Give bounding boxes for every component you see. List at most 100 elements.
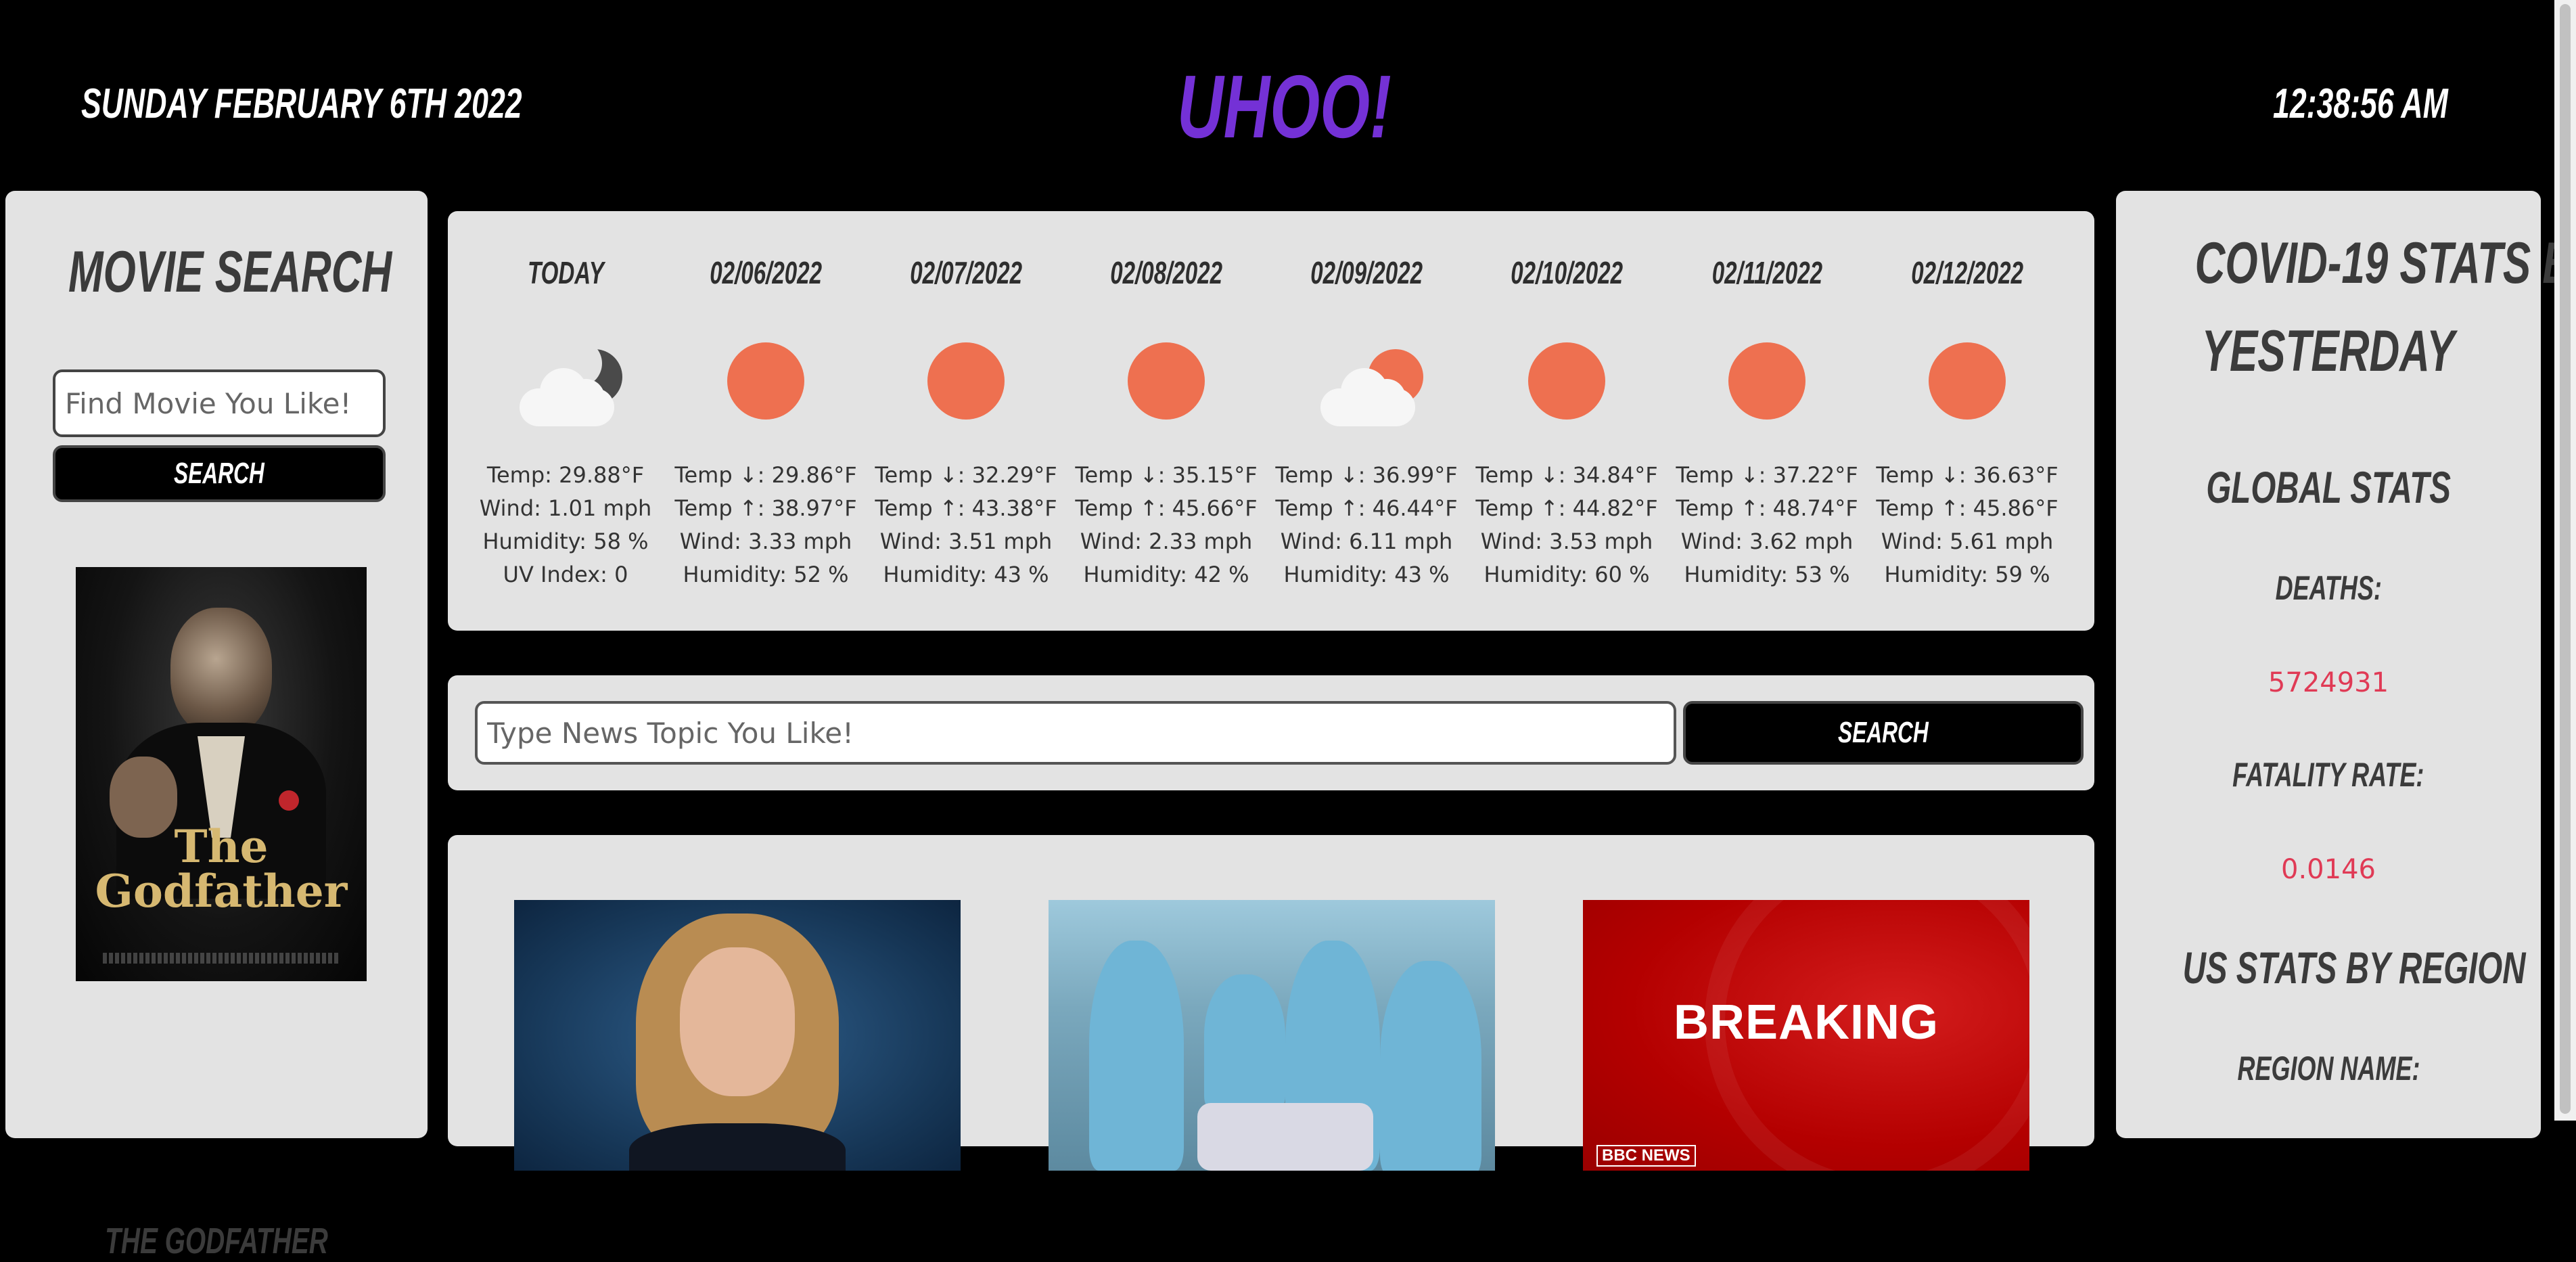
forecast-day-label: 02/07/2022 (866, 254, 1066, 291)
breaking-news-text: BREAKING (1673, 995, 1939, 1050)
forecast-stat-line: Wind: 2.33 mph (1080, 528, 1253, 554)
forecast-stat-line: Humidity: 58 % (482, 528, 649, 554)
forecast-stat-line: Temp ↓: 37.22°F (1676, 462, 1858, 488)
fatality-rate-label-text: FATALITY RATE: (2232, 756, 2424, 794)
forecast-day-label: 02/10/2022 (1467, 254, 1667, 291)
movie-search-button[interactable]: SEARCH (53, 445, 386, 502)
forecast-stat-line: Wind: 5.61 mph (1881, 528, 2054, 554)
sun-icon (866, 340, 1066, 428)
forecast-stat-line: Humidity: 52 % (683, 562, 849, 587)
forecast-day-label-text: 02/07/2022 (910, 255, 1022, 290)
page-scrollbar[interactable] (2554, 0, 2576, 1121)
forecast-stat-line: Temp ↑: 43.38°F (875, 495, 1057, 521)
forecast-stat-line: Temp ↓: 34.84°F (1475, 462, 1658, 488)
region-name-label-text: REGION NAME: (2237, 1050, 2420, 1087)
forecast-stat-line: Temp ↓: 36.63°F (1876, 462, 2058, 488)
scrollbar-thumb[interactable] (2560, 4, 2571, 1114)
app-logo: UHOO! (1177, 57, 1392, 156)
forecast-stat-line: Humidity: 53 % (1684, 562, 1850, 587)
deaths-value: 5724931 (2268, 667, 2389, 698)
forecast-stat-line: Temp ↑: 48.74°F (1676, 495, 1858, 521)
region-name-label: REGION NAME: (2116, 1049, 2541, 1088)
news-card-image[interactable] (514, 900, 961, 1171)
forecast-stats: Temp ↓: 36.63°F Temp ↑: 45.86°F Wind: 5.61… (1867, 459, 2067, 591)
forecast-stats: Temp ↓: 32.29°F Temp ↑: 43.38°F Wind: 3.51… (866, 459, 1066, 591)
us-stats-heading: US STATS BY REGION (2116, 942, 2541, 994)
forecast-stat-line: Wind: 3.62 mph (1680, 528, 1854, 554)
header-clock: 12:38:56 AM (2273, 81, 2448, 127)
forecast-stat-line: Temp ↑: 44.82°F (1475, 495, 1658, 521)
forecast-stats: Temp ↓: 29.86°F Temp ↑: 38.97°F Wind: 3.33… (666, 459, 866, 591)
forecast-stat-line: Temp: 29.88°F (486, 462, 645, 488)
fatality-rate-value: 0.0146 (2281, 854, 2376, 885)
forecast-stat-line: Wind: 3.33 mph (679, 528, 852, 554)
news-card-image[interactable]: BREAKING BBC NEWS (1583, 900, 2029, 1171)
news-search-button[interactable]: SEARCH (1683, 701, 2084, 765)
forecast-stats: Temp ↓: 36.99°F Temp ↑: 46.44°F Wind: 6.11… (1266, 459, 1467, 591)
forecast-stat-line: Temp ↑: 45.86°F (1876, 495, 2058, 521)
movie-search-button-label: SEARCH (174, 457, 264, 490)
cloud-moon-icon (465, 340, 666, 428)
deaths-label-text: DEATHS: (2275, 569, 2382, 607)
forecast-stat-line: Humidity: 43 % (883, 562, 1049, 587)
forecast-stats: Temp ↓: 37.22°F Temp ↑: 48.74°F Wind: 3.62… (1667, 459, 1867, 591)
forecast-stat-line: Temp ↑: 38.97°F (674, 495, 857, 521)
covid-stats-panel: COVID-19 STATS BY YESTERDAY GLOBAL STATS… (2116, 191, 2576, 1138)
forecast-day-label-text: 02/10/2022 (1511, 255, 1623, 290)
covid-title-line2: YESTERDAY (2202, 319, 2455, 384)
forecast-stat-line: Humidity: 59 % (1884, 562, 2050, 587)
bbc-news-logo: BBC NEWS (1596, 1145, 1696, 1167)
forecast-stat-line: Humidity: 42 % (1083, 562, 1249, 587)
forecast-day-label-text: 02/08/2022 (1110, 255, 1222, 290)
global-stats-heading: GLOBAL STATS (2116, 461, 2541, 514)
forecast-stat-line: Temp ↓: 35.15°F (1075, 462, 1258, 488)
news-search-panel: SEARCH (448, 675, 2094, 790)
forecast-stats: Temp ↓: 34.84°F Temp ↑: 44.82°F Wind: 3.53… (1467, 459, 1667, 591)
forecast-day-label: 02/06/2022 (666, 254, 866, 291)
forecast-day-label: 02/12/2022 (1867, 254, 2067, 291)
deaths-label: DEATHS: (2116, 568, 2541, 608)
forecast-day-label: 02/08/2022 (1066, 254, 1266, 291)
movie-search-input[interactable] (53, 369, 386, 437)
fatality-rate-label: FATALITY RATE: (2116, 755, 2541, 794)
global-stats-heading-text: GLOBAL STATS (2206, 462, 2451, 512)
movie-search-title: MOVIE SEARCH (5, 238, 428, 306)
movie-result-title-text: THE GODFATHER (105, 1221, 328, 1261)
forecast-stat-line: Wind: 6.11 mph (1280, 528, 1453, 554)
us-stats-heading-text: US STATS BY REGION (2182, 943, 2526, 993)
forecast-day-label-text: 02/09/2022 (1310, 255, 1423, 290)
covid-title-line1: COVID-19 STATS BY (2194, 231, 2576, 296)
header-date: SUNDAY FEBRUARY 6TH 2022 (81, 81, 522, 127)
movie-poster[interactable]: The Godfather (76, 567, 367, 981)
forecast-stat-line: Temp ↓: 29.86°F (674, 462, 857, 488)
forecast-stat-line: Temp ↑: 46.44°F (1275, 495, 1458, 521)
sun-icon (1066, 340, 1266, 428)
sun-icon (1667, 340, 1867, 428)
forecast-day-label-text: 02/11/2022 (1711, 255, 1822, 290)
forecast-stat-line: Temp ↓: 32.29°F (875, 462, 1057, 488)
news-results-panel: BREAKING BBC NEWS (448, 835, 2094, 1171)
sun-icon (1867, 340, 2067, 428)
movie-search-title-text: MOVIE SEARCH (68, 240, 392, 305)
forecast-stats: Temp ↓: 35.15°F Temp ↑: 45.66°F Wind: 2.33… (1066, 459, 1266, 591)
forecast-stat-line: Wind: 3.53 mph (1480, 528, 1653, 554)
cloud-sun-icon (1266, 340, 1467, 428)
movie-search-panel: MOVIE SEARCH SEARCH The Godfather THE GO… (5, 191, 428, 1261)
sun-icon (1467, 340, 1667, 428)
forecast-stat-line: Wind: 1.01 mph (479, 495, 652, 521)
forecast-day-label: 02/11/2022 (1667, 254, 1867, 291)
forecast-day-label: TODAY (465, 254, 666, 291)
forecast-stat-line: Temp ↑: 45.66°F (1075, 495, 1258, 521)
sun-icon (666, 340, 866, 428)
forecast-stat-line: UV Index: 0 (503, 562, 628, 587)
news-search-input[interactable] (475, 701, 1676, 765)
news-card-image[interactable] (1049, 900, 1495, 1171)
forecast-stat-line: Temp ↓: 36.99°F (1275, 462, 1458, 488)
forecast-day-label-text: TODAY (527, 255, 604, 290)
forecast-day-label: 02/09/2022 (1266, 254, 1467, 291)
weather-forecast-panel: TODAY Temp: 29.88°F Wind: 1.01 mph Humidity… (448, 211, 2094, 631)
movie-result-title: THE GODFATHER (5, 1219, 428, 1262)
covid-stats-title: COVID-19 STATS BY YESTERDAY (2116, 219, 2576, 395)
forecast-stats: Temp: 29.88°F Wind: 1.01 mph Humidity: 58 … (465, 459, 666, 591)
forecast-stat-line: Humidity: 60 % (1484, 562, 1650, 587)
